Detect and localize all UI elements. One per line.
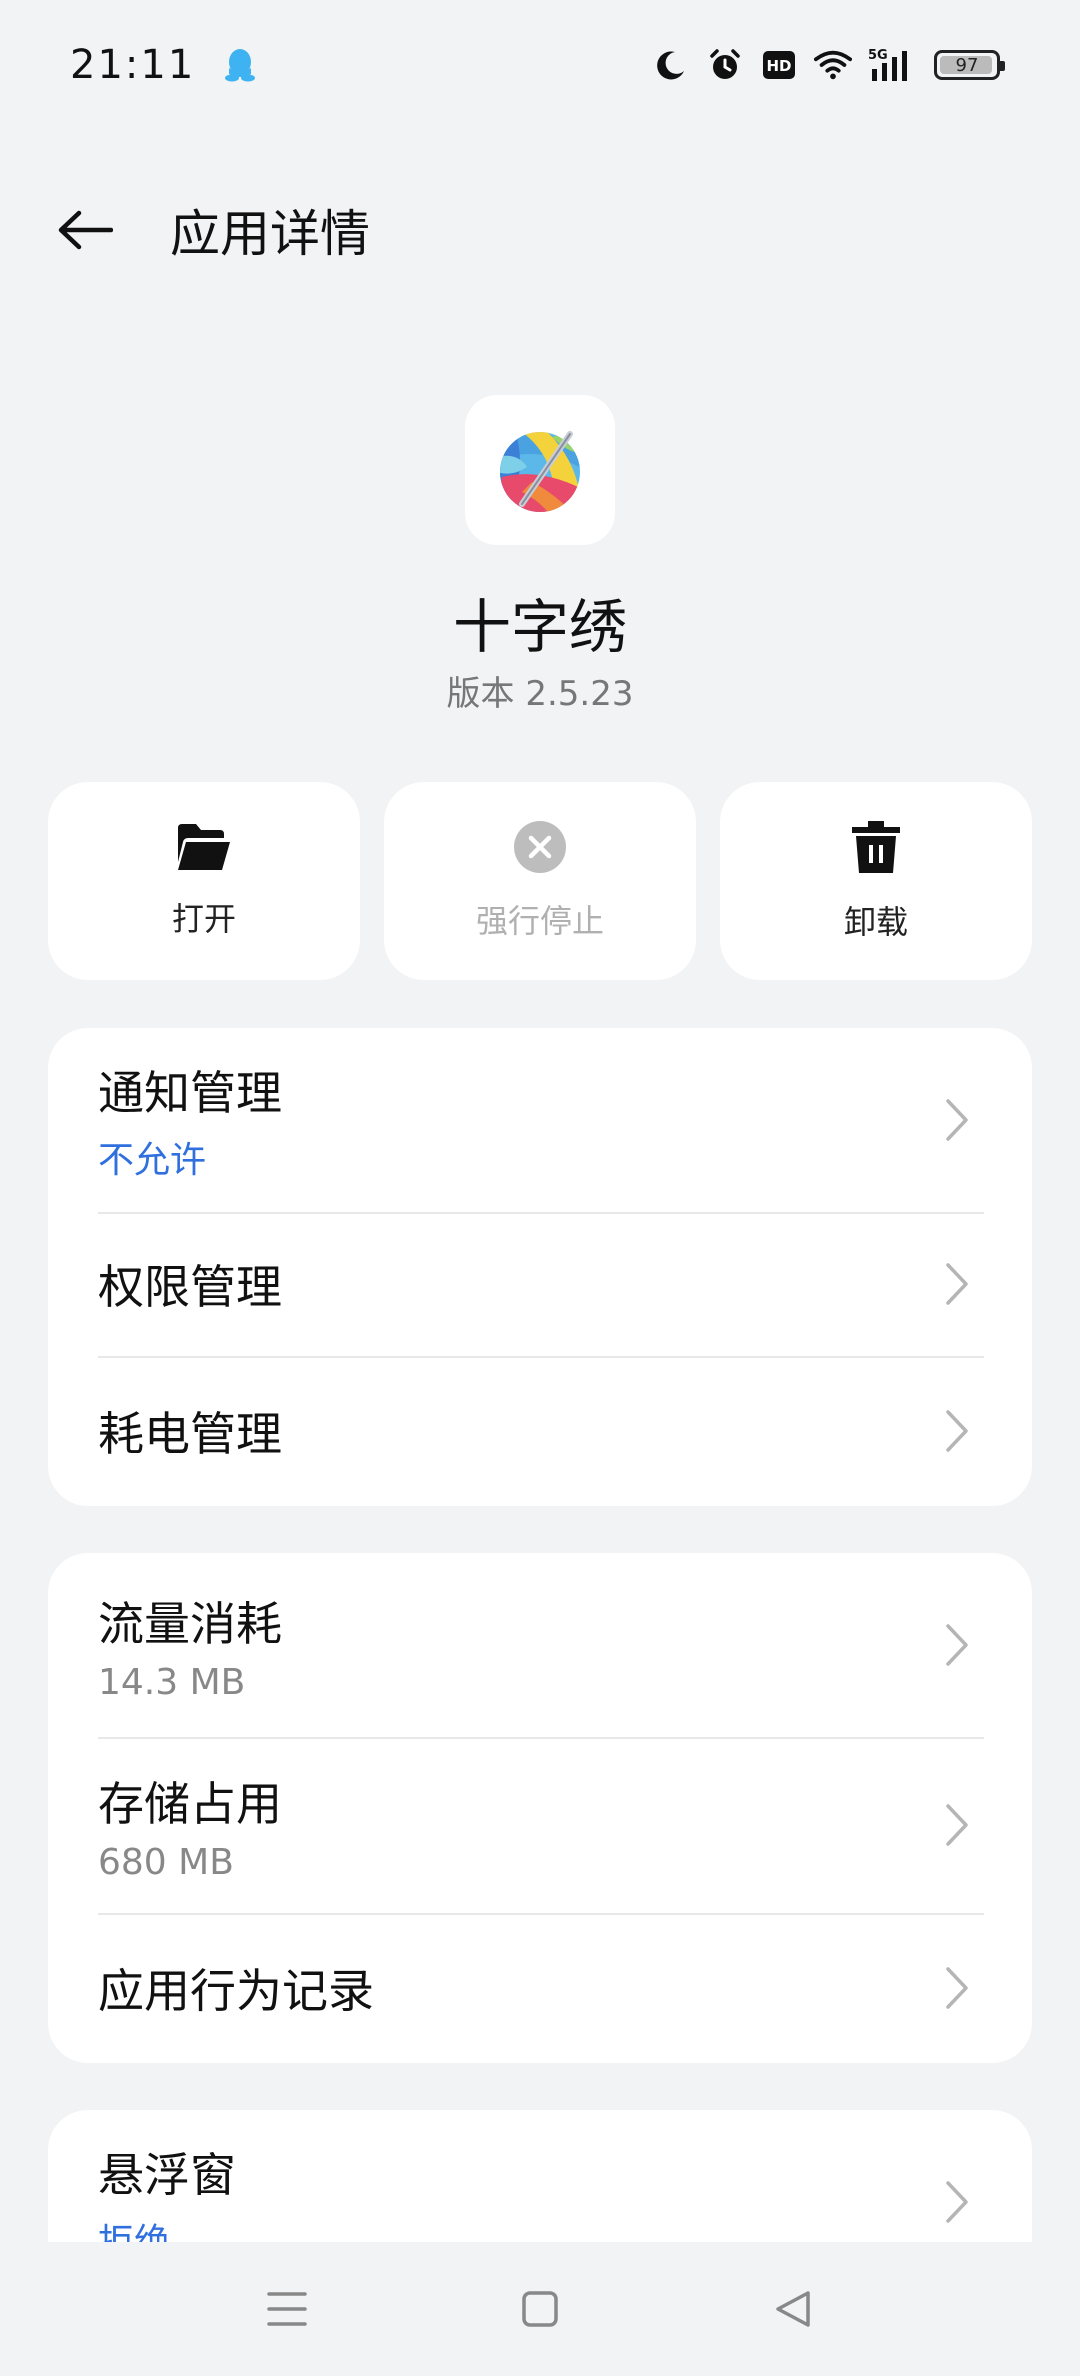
system-nav-bar [0, 2242, 1080, 2376]
arrow-left-icon [58, 210, 113, 250]
force-stop-button[interactable]: 强行停止 [384, 782, 696, 980]
back-button[interactable] [50, 195, 120, 265]
management-card: 通知管理 不允许 权限管理 耗电管理 [48, 1028, 1032, 1506]
data-usage-value: 14.3 MB [98, 1661, 246, 1703]
app-name: 十字绣 [452, 593, 627, 661]
storage-title: 存储占用 [98, 1776, 282, 1831]
action-buttons: 打开 强行停止 卸载 [48, 782, 1032, 980]
yarn-ball-icon [500, 431, 580, 512]
5g-signal-icon: 5G [868, 46, 918, 84]
notification-status: 不允许 [98, 1140, 207, 1181]
uninstall-label: 卸载 [843, 903, 908, 941]
chevron-right-icon [942, 1095, 972, 1145]
status-bar: 21:11 HD 5G 97 [0, 0, 1080, 130]
list-item-data-usage[interactable]: 流量消耗 14.3 MB [48, 1553, 1032, 1737]
permissions-title: 权限管理 [98, 1260, 282, 1314]
list-item-storage[interactable]: 存储占用 680 MB [48, 1737, 1032, 1913]
wifi-icon [814, 46, 852, 84]
notification-title: 通知管理 [98, 1066, 282, 1120]
list-item-notification[interactable]: 通知管理 不允许 [48, 1028, 1032, 1212]
chevron-right-icon [942, 2177, 972, 2227]
folder-open-icon [178, 824, 230, 870]
home-icon [522, 2291, 558, 2327]
open-button[interactable]: 打开 [48, 782, 360, 980]
back-triangle-icon [776, 2291, 811, 2327]
chevron-right-icon [942, 1259, 972, 1309]
page-title: 应用详情 [170, 205, 370, 263]
close-circle-icon [514, 821, 566, 873]
data-usage-title: 流量消耗 [98, 1596, 282, 1651]
list-item-permissions[interactable]: 权限管理 [48, 1212, 1032, 1356]
app-version: 版本 2.5.23 [446, 674, 634, 714]
menu-button[interactable] [252, 2274, 322, 2344]
list-item-behavior-log[interactable]: 应用行为记录 [48, 1913, 1032, 2063]
storage-value: 680 MB [98, 1841, 234, 1883]
list-item-battery[interactable]: 耗电管理 [48, 1356, 1032, 1506]
usage-card: 流量消耗 14.3 MB 存储占用 680 MB 应用行为记录 [48, 1553, 1032, 2063]
app-bar: 应用详情 [0, 175, 1080, 285]
behavior-log-title: 应用行为记录 [98, 1964, 374, 2018]
hd-icon: HD [760, 46, 798, 84]
qq-icon [221, 46, 259, 84]
battery-level-text: 97 [955, 54, 979, 76]
svg-text:HD: HD [766, 57, 791, 75]
trash-icon [852, 821, 900, 873]
moon-icon [652, 46, 690, 84]
force-stop-label: 强行停止 [475, 902, 604, 940]
app-icon [465, 395, 615, 545]
menu-icon [266, 2292, 307, 2326]
uninstall-button[interactable]: 卸载 [720, 782, 1032, 980]
battery-title: 耗电管理 [98, 1407, 282, 1461]
open-label: 打开 [171, 900, 236, 938]
chevron-right-icon [942, 1800, 972, 1850]
status-time: 21:11 [70, 42, 196, 88]
chevron-right-icon [942, 1620, 972, 1670]
svg-text:5G: 5G [868, 48, 888, 63]
chevron-right-icon [942, 1963, 972, 2013]
back-nav-button[interactable] [758, 2274, 828, 2344]
home-button[interactable] [505, 2274, 575, 2344]
chevron-right-icon [942, 1406, 972, 1456]
alarm-icon [706, 46, 744, 84]
battery-icon: 97 [934, 50, 1005, 80]
floating-window-title: 悬浮窗 [98, 2148, 236, 2202]
